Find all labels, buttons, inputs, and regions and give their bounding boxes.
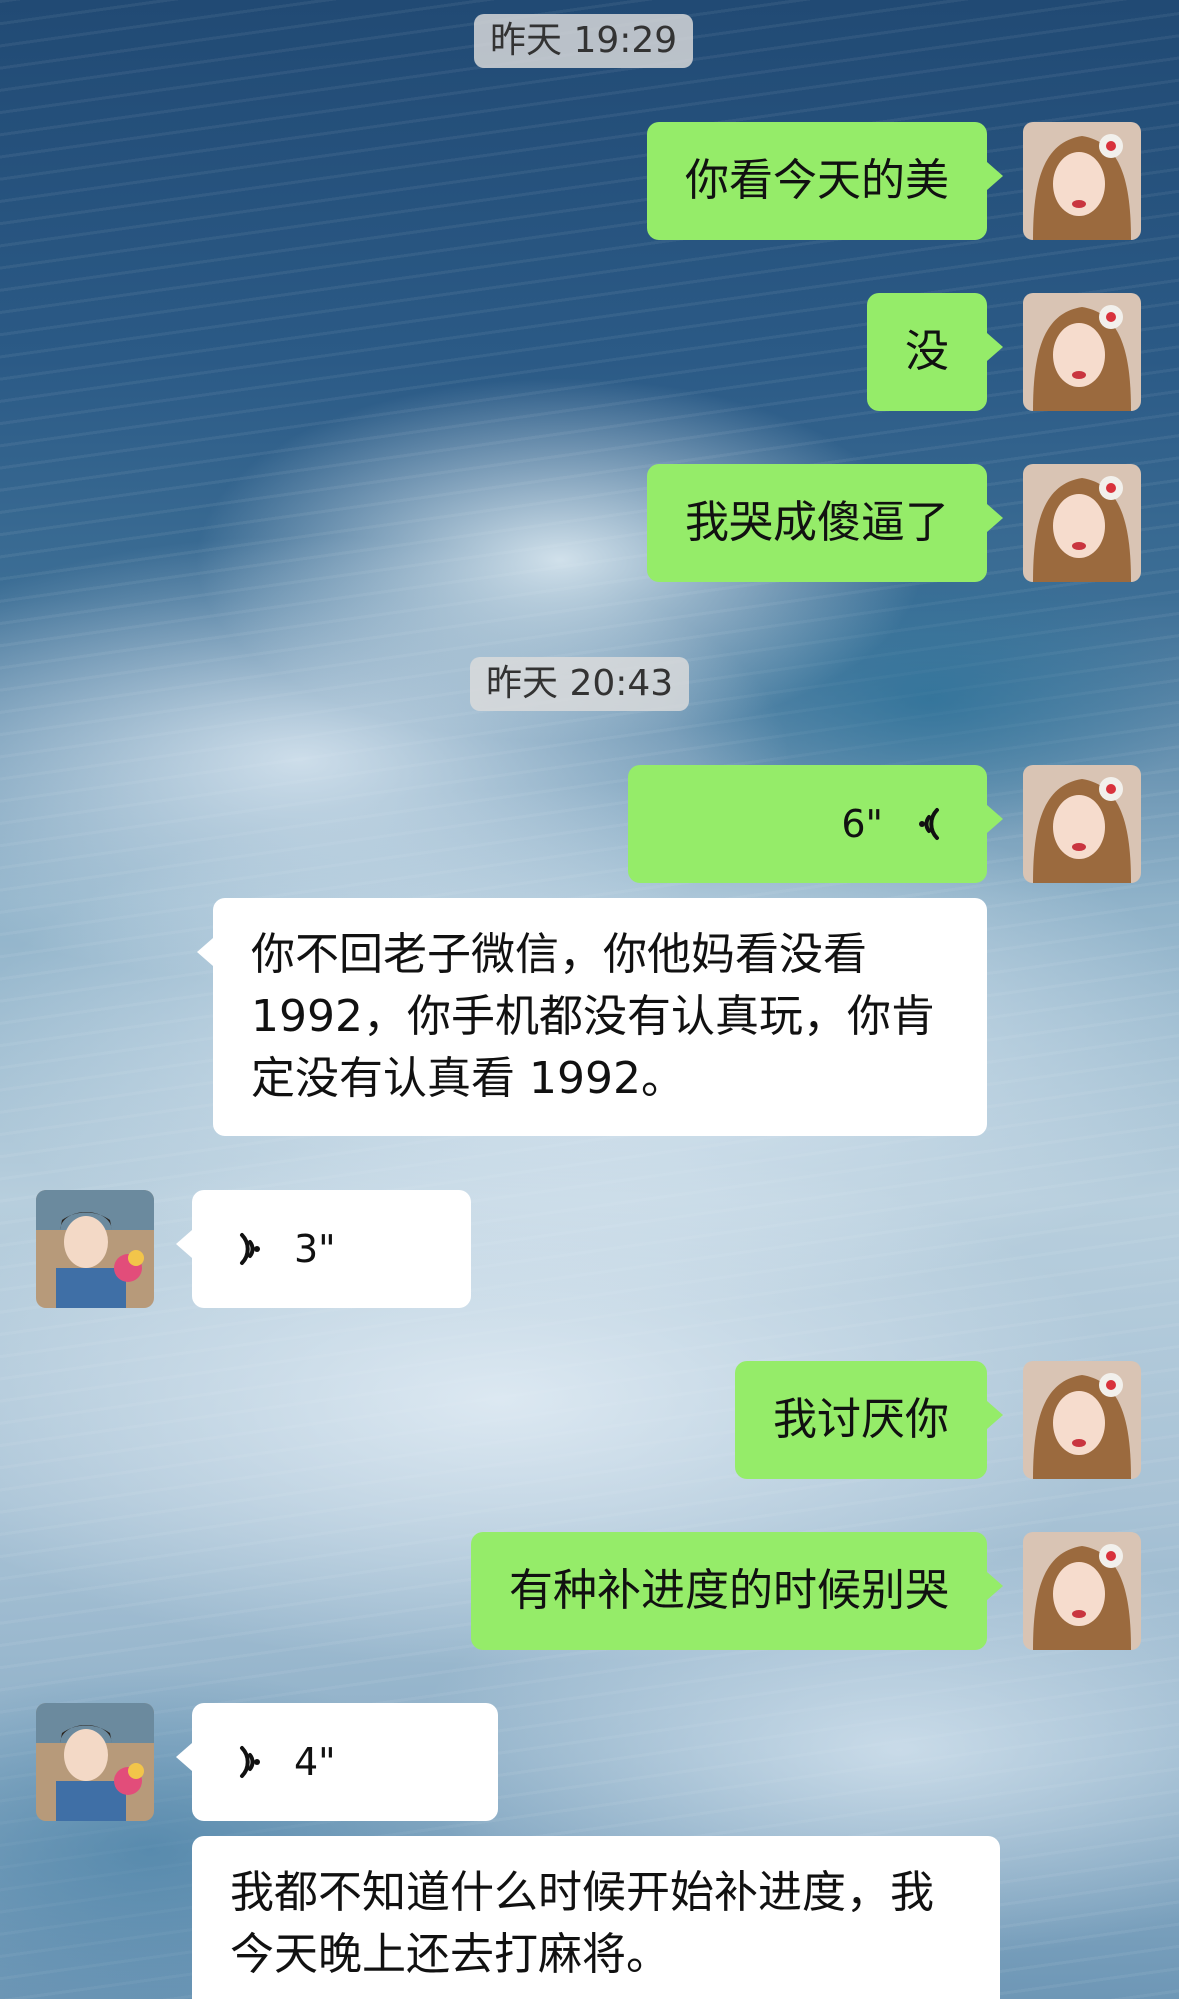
message-bubble[interactable]: 我讨厌你 — [735, 1361, 1003, 1479]
message-text: 有种补进度的时候别哭 — [509, 1565, 949, 1616]
message-text: 我都不知道什么时候开始补进度，我今天晚上还去打麻将。 — [230, 1867, 934, 1980]
avatar-me-icon — [1023, 293, 1141, 411]
avatar-them-icon — [36, 1703, 154, 1821]
message-text: 我哭成傻逼了 — [685, 497, 949, 548]
avatar-me[interactable] — [1023, 765, 1141, 883]
avatar-me[interactable] — [1023, 1532, 1141, 1650]
message-bubble[interactable]: 没 — [867, 293, 1003, 411]
avatar-me[interactable] — [1023, 122, 1141, 240]
voice-duration: 6" — [841, 802, 883, 846]
message-bubble[interactable]: 有种补进度的时候别哭 — [471, 1532, 1003, 1650]
message-text: 你看今天的美 — [685, 155, 949, 206]
message-text: 我讨厌你 — [773, 1394, 949, 1445]
voice-message-bubble[interactable]: 3" — [176, 1190, 471, 1308]
voice-wave-icon — [240, 1233, 260, 1265]
voice-wave-icon — [240, 1746, 260, 1778]
message-text: 没 — [905, 326, 949, 377]
avatar-me[interactable] — [1023, 1361, 1141, 1479]
message-bubble[interactable]: 我哭成傻逼了 — [647, 464, 1003, 582]
voice-duration: 4" — [294, 1740, 336, 1784]
avatar-me-icon — [1023, 765, 1141, 883]
message-text: 你不回老子微信，你他妈看没看1992，你手机都没有认真玩，你肯定没有认真看 19… — [251, 929, 935, 1104]
avatar-me[interactable] — [1023, 464, 1141, 582]
timestamp: 昨天 19:29 — [474, 14, 694, 68]
voice-message-bubble[interactable]: 6" — [628, 765, 1003, 883]
avatar-me-icon — [1023, 464, 1141, 582]
avatar-me-icon — [1023, 1361, 1141, 1479]
voice-duration: 3" — [294, 1227, 336, 1271]
avatar-me-icon — [1023, 1532, 1141, 1650]
voice-wave-icon — [919, 808, 939, 840]
message-bubble[interactable]: 我都不知道什么时候开始补进度，我今天晚上还去打麻将。 — [192, 1836, 1000, 1999]
avatar-them-icon — [36, 1190, 154, 1308]
avatar-me-icon — [1023, 122, 1141, 240]
timestamp: 昨天 20:43 — [470, 657, 690, 711]
avatar-them[interactable] — [36, 1703, 154, 1821]
avatar-them[interactable] — [36, 1190, 154, 1308]
message-bubble[interactable]: 你看今天的美 — [647, 122, 1003, 240]
message-bubble[interactable]: 你不回老子微信，你他妈看没看1992，你手机都没有认真玩，你肯定没有认真看 19… — [197, 898, 987, 1136]
avatar-me[interactable] — [1023, 293, 1141, 411]
voice-message-bubble[interactable]: 4" — [176, 1703, 498, 1821]
